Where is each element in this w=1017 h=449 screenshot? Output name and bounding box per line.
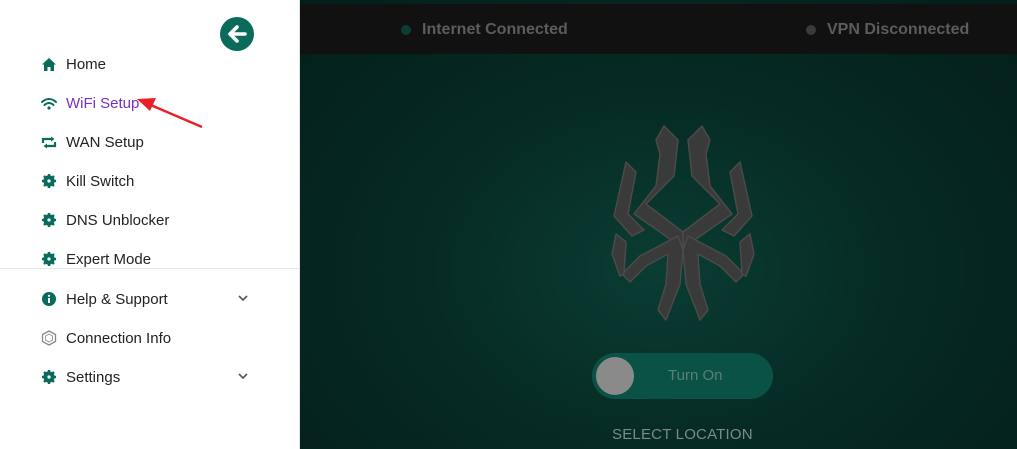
status-dot-icon (401, 25, 411, 35)
sidebar-item-label: DNS Unblocker (66, 211, 170, 229)
vpn-status: VPN Disconnected (806, 21, 969, 39)
status-dot-icon (806, 25, 816, 35)
internet-status: Internet Connected (401, 21, 568, 39)
home-icon (41, 56, 57, 72)
toggle-label: Turn On (668, 367, 723, 384)
vpn-toggle[interactable]: Turn On (592, 353, 773, 399)
status-bar: Internet Connected VPN Disconnected (300, 4, 1017, 54)
hexagon-icon (41, 330, 57, 346)
gear-icon (41, 173, 57, 189)
sidebar-item-help-support[interactable]: Help & Support (41, 288, 168, 310)
vpn-status-label: VPN Disconnected (827, 21, 970, 38)
sidebar-item-settings[interactable]: Settings (41, 366, 120, 388)
refresh-icon (41, 134, 57, 150)
expressvpn-spider-logo-icon (611, 125, 755, 321)
annotation-arrow-icon (137, 98, 203, 129)
select-location-button[interactable]: SELECT LOCATION (612, 426, 753, 443)
sidebar-item-label: WiFi Setup (66, 94, 140, 112)
sidebar-item-label: Kill Switch (66, 172, 135, 190)
sidebar-item-connection-info[interactable]: Connection Info (41, 327, 171, 349)
sidebar-item-label: WAN Setup (66, 133, 144, 151)
back-button[interactable] (220, 17, 254, 51)
sidebar-item-wifi-setup[interactable]: WiFi Setup (41, 92, 139, 114)
main-panel: Internet Connected VPN Disconnected Turn… (300, 0, 1017, 449)
sidebar-item-label: Connection Info (66, 329, 172, 347)
sidebar-item-label: Expert Mode (66, 250, 152, 268)
sidebar-item-home[interactable]: Home (41, 53, 106, 75)
sidebar-item-wan-setup[interactable]: WAN Setup (41, 131, 144, 153)
gear-icon (41, 212, 57, 228)
sidebar-item-label: Settings (66, 368, 121, 386)
info-icon (41, 291, 57, 307)
chevron-down-icon[interactable] (237, 292, 249, 304)
gear-icon (41, 369, 57, 385)
arrow-left-icon (228, 25, 247, 43)
sidebar: Home WiFi Setup WAN Setup Kill Switch DN… (0, 0, 300, 449)
sidebar-item-expert-mode[interactable]: Expert Mode (41, 248, 151, 270)
sidebar-item-dns-unblocker[interactable]: DNS Unblocker (41, 209, 169, 231)
sidebar-item-kill-switch[interactable]: Kill Switch (41, 170, 134, 192)
gear-icon (41, 251, 57, 267)
sidebar-divider (0, 268, 299, 269)
toggle-knob[interactable] (596, 357, 634, 395)
wifi-icon (41, 95, 57, 111)
sidebar-item-label: Help & Support (66, 290, 168, 308)
internet-status-label: Internet Connected (422, 21, 568, 38)
sidebar-item-label: Home (66, 55, 107, 73)
chevron-down-icon[interactable] (237, 370, 249, 382)
